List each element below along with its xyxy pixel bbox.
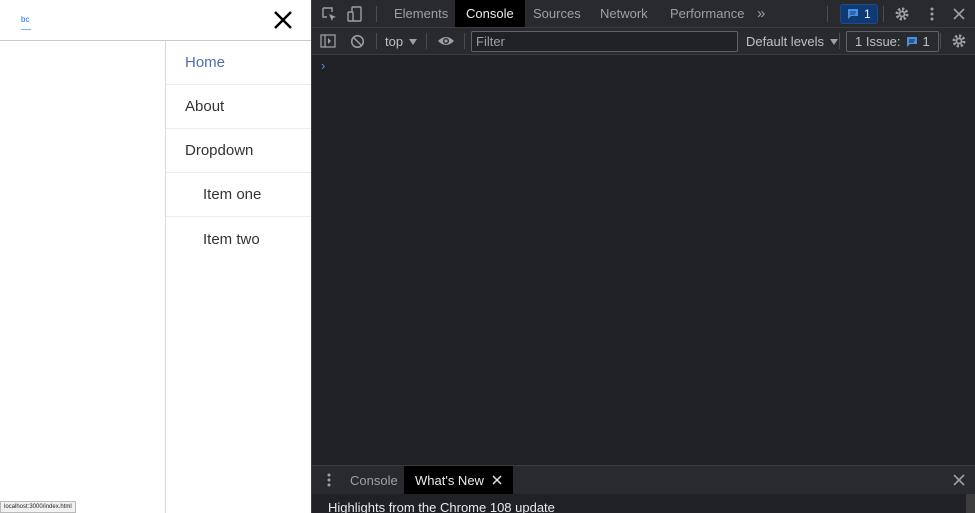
toolbar-divider (426, 33, 427, 49)
toolbar-divider (839, 33, 840, 49)
drawer-tab-whats-new-label: What's New (415, 472, 484, 488)
issues-label: 1 Issue: (855, 34, 901, 49)
drawer-tabbar: Console What's New (312, 465, 975, 494)
settings-button[interactable] (893, 5, 911, 23)
menu-item-item-one[interactable]: Item one (166, 173, 311, 217)
messages-badge[interactable]: 1 (840, 4, 878, 24)
tab-performance[interactable]: Performance (659, 0, 755, 27)
logo-underline (21, 29, 31, 30)
console-settings-button[interactable] (950, 32, 968, 50)
device-toggle-icon (347, 6, 362, 22)
nav-menu: Home About Dropdown Item one Item two (165, 41, 311, 513)
message-icon (906, 36, 917, 47)
close-menu-button[interactable] (272, 9, 294, 31)
inspect-icon (322, 7, 336, 21)
dropdown-arrow-icon (830, 38, 839, 45)
context-selector[interactable]: top (385, 32, 418, 51)
tab-console[interactable]: Console (455, 0, 525, 27)
close-drawer-button[interactable] (950, 471, 968, 489)
devtools-tabbar: Elements Console Sources Network Perform… (312, 0, 975, 28)
eye-icon (438, 37, 454, 45)
whats-new-heading: Highlights from the Chrome 108 update (328, 500, 555, 513)
more-tabs-icon[interactable]: » (746, 0, 776, 27)
console-output[interactable]: › (312, 55, 975, 465)
toolbar-divider (376, 6, 377, 22)
whats-new-panel: Highlights from the Chrome 108 update (312, 494, 975, 513)
log-levels-dropdown[interactable]: Default levels (746, 32, 839, 51)
site-logo[interactable]: bc (21, 15, 29, 24)
drawer-menu-button[interactable] (320, 471, 338, 489)
tab-sources[interactable]: Sources (522, 0, 592, 27)
menu-item-home[interactable]: Home (166, 41, 311, 85)
filter-input[interactable] (471, 31, 738, 52)
close-devtools-button[interactable] (950, 5, 968, 23)
close-icon (953, 474, 965, 486)
console-toolbar: top Default levels 1 Issue: 1 (312, 28, 975, 55)
status-bar-url: localhost:3000/index.html (0, 501, 76, 513)
toolbar-divider (940, 33, 941, 49)
close-icon[interactable] (492, 475, 502, 485)
dropdown-arrow-icon (409, 38, 418, 45)
drawer-tab-whats-new[interactable]: What's New (404, 466, 513, 494)
message-icon (848, 9, 858, 19)
issues-button[interactable]: 1 Issue: 1 (846, 31, 939, 52)
drawer-scrollbar[interactable] (966, 494, 975, 513)
navbar: bc (0, 0, 311, 41)
inspect-button[interactable] (320, 5, 338, 23)
issues-count: 1 (922, 34, 930, 49)
toolbar-divider (464, 33, 465, 49)
gear-icon (952, 34, 966, 48)
customize-menu-button[interactable] (923, 5, 941, 23)
devtools-panel: Elements Console Sources Network Perform… (311, 0, 975, 513)
sidebar-toggle-icon (320, 34, 336, 48)
tab-elements[interactable]: Elements (383, 0, 459, 27)
gear-icon (895, 7, 909, 21)
console-prompt[interactable]: › (321, 58, 325, 73)
context-label: top (385, 34, 404, 49)
tab-network[interactable]: Network (589, 0, 659, 27)
menu-item-dropdown[interactable]: Dropdown (166, 129, 311, 173)
device-toolbar-button[interactable] (346, 5, 364, 23)
kebab-icon (930, 7, 934, 21)
close-icon (953, 8, 965, 20)
toolbar-divider (883, 6, 884, 22)
menu-item-item-two[interactable]: Item two (166, 217, 311, 261)
show-sidebar-button[interactable] (319, 32, 337, 50)
clear-console-button[interactable] (348, 32, 366, 50)
close-icon (274, 11, 292, 29)
messages-count: 1 (864, 7, 871, 21)
toolbar-divider (376, 33, 377, 49)
toolbar-divider (827, 6, 828, 22)
live-expression-button[interactable] (436, 32, 456, 50)
menu-item-about[interactable]: About (166, 85, 311, 129)
drawer-tab-console[interactable]: Console (339, 466, 409, 494)
log-levels-label: Default levels (746, 34, 825, 49)
page-viewport: bc Home About Dropdown Item one Item two… (0, 0, 311, 513)
clear-icon (350, 34, 364, 48)
kebab-icon (327, 473, 331, 487)
